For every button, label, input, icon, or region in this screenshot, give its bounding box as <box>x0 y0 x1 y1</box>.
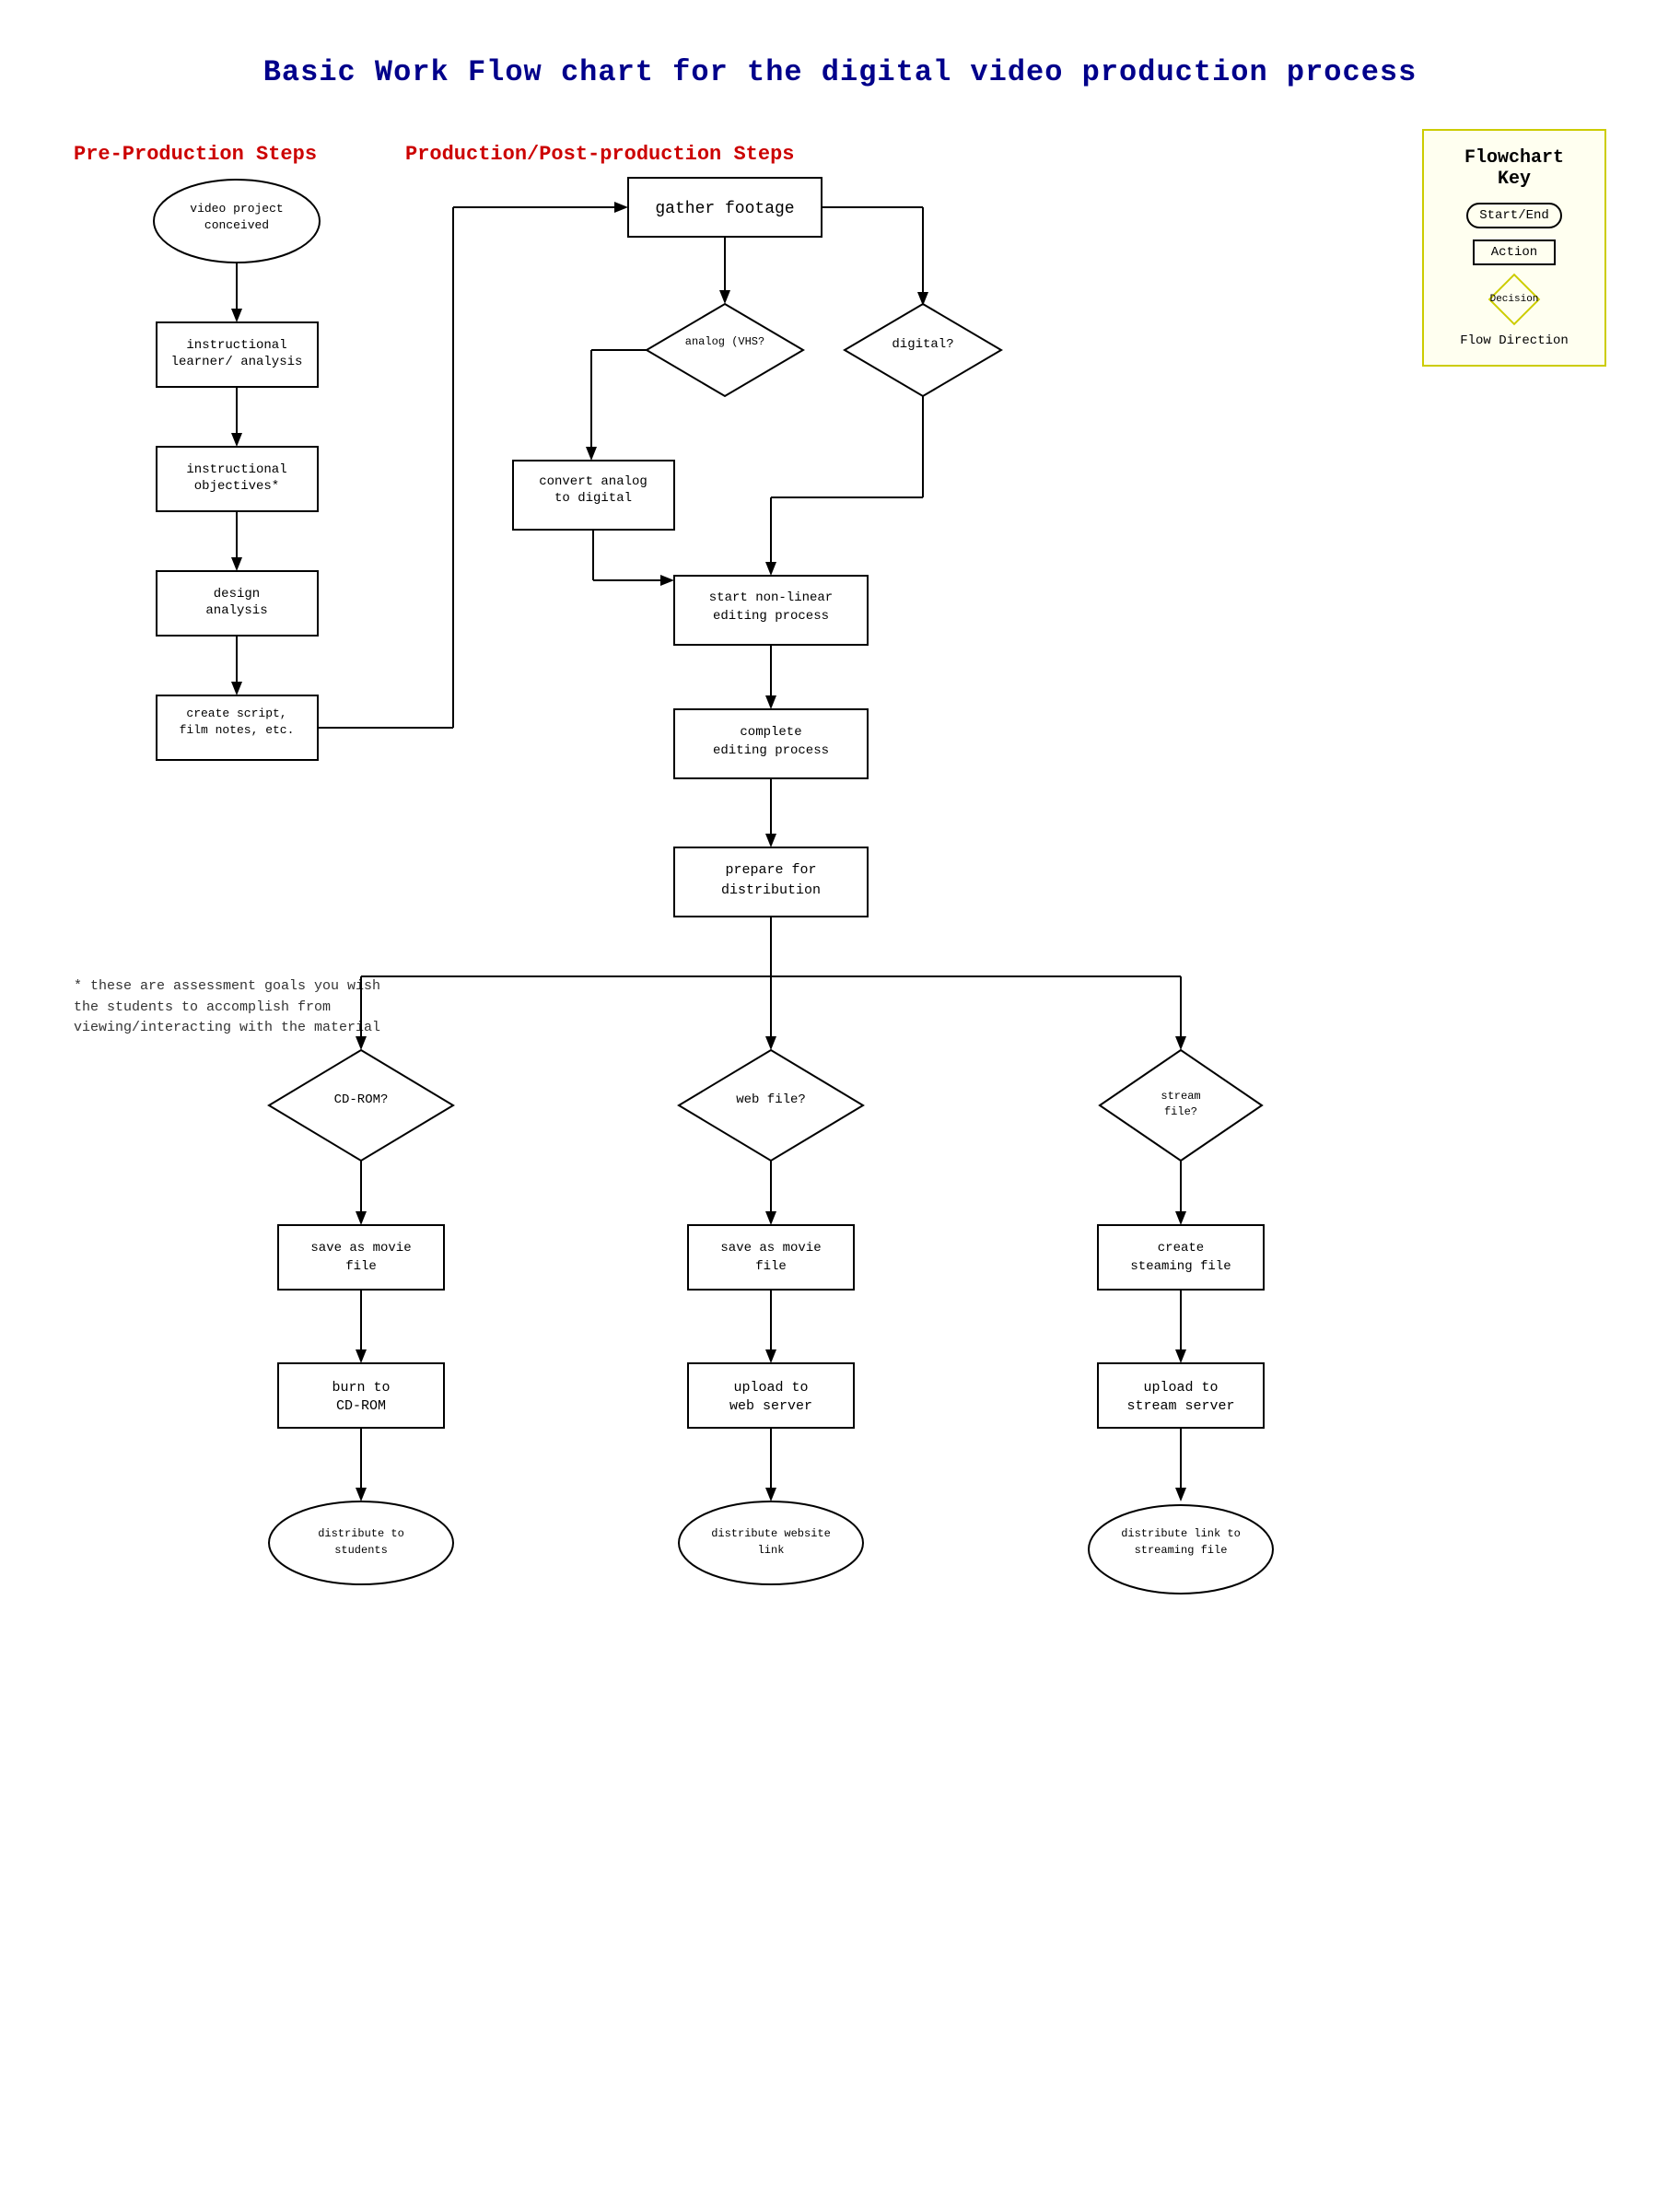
svg-text:to digital: to digital <box>554 491 632 506</box>
svg-text:start non-linear: start non-linear <box>709 590 833 605</box>
svg-text:file: file <box>345 1259 377 1274</box>
svg-text:learner/ analysis: learner/ analysis <box>171 355 303 369</box>
svg-text:file?: file? <box>1164 1105 1197 1118</box>
flowchart-svg: video project conceived instructional le… <box>37 111 1680 2137</box>
svg-text:upload to: upload to <box>1143 1380 1218 1396</box>
svg-text:convert analog: convert analog <box>539 474 648 489</box>
svg-text:film notes, etc.: film notes, etc. <box>180 723 295 737</box>
svg-text:save as movie: save as movie <box>310 1241 411 1256</box>
svg-text:video project: video project <box>190 202 283 216</box>
svg-text:file: file <box>755 1259 787 1274</box>
svg-text:link: link <box>758 1544 785 1557</box>
svg-text:editing process: editing process <box>713 743 829 758</box>
svg-text:gather footage: gather footage <box>655 200 794 218</box>
svg-text:conceived: conceived <box>204 218 269 232</box>
svg-text:complete: complete <box>740 725 801 740</box>
svg-text:editing process: editing process <box>713 609 829 624</box>
svg-text:distribute link to: distribute link to <box>1121 1527 1241 1540</box>
svg-text:upload to: upload to <box>733 1380 808 1396</box>
svg-text:distribute website: distribute website <box>711 1527 831 1540</box>
svg-text:instructional: instructional <box>186 462 286 477</box>
svg-text:steaming file: steaming file <box>1130 1259 1231 1274</box>
svg-text:prepare for: prepare for <box>725 862 816 878</box>
svg-text:CD-ROM?: CD-ROM? <box>334 1092 389 1107</box>
svg-text:web file?: web file? <box>736 1092 806 1107</box>
svg-text:students: students <box>334 1544 388 1557</box>
svg-text:objectives*: objectives* <box>194 479 279 494</box>
svg-text:create: create <box>1158 1241 1204 1256</box>
svg-text:distribute to: distribute to <box>318 1527 404 1540</box>
page: Basic Work Flow chart for the digital vi… <box>0 0 1680 2196</box>
svg-text:CD-ROM: CD-ROM <box>336 1398 386 1414</box>
svg-text:streaming file: streaming file <box>1135 1544 1228 1557</box>
svg-text:analog (VHS?: analog (VHS? <box>685 335 764 348</box>
svg-text:create script,: create script, <box>186 707 286 720</box>
svg-text:web server: web server <box>729 1398 812 1414</box>
svg-text:stream: stream <box>1161 1090 1200 1103</box>
svg-text:analysis: analysis <box>205 603 267 618</box>
svg-text:digital?: digital? <box>892 337 953 352</box>
svg-text:burn to: burn to <box>332 1380 390 1396</box>
svg-text:stream server: stream server <box>1126 1398 1234 1414</box>
main-title: Basic Work Flow chart for the digital vi… <box>55 55 1625 89</box>
svg-text:design: design <box>214 587 260 602</box>
svg-text:instructional: instructional <box>186 338 286 353</box>
svg-text:save as movie: save as movie <box>720 1241 821 1256</box>
svg-text:distribution: distribution <box>721 882 821 898</box>
